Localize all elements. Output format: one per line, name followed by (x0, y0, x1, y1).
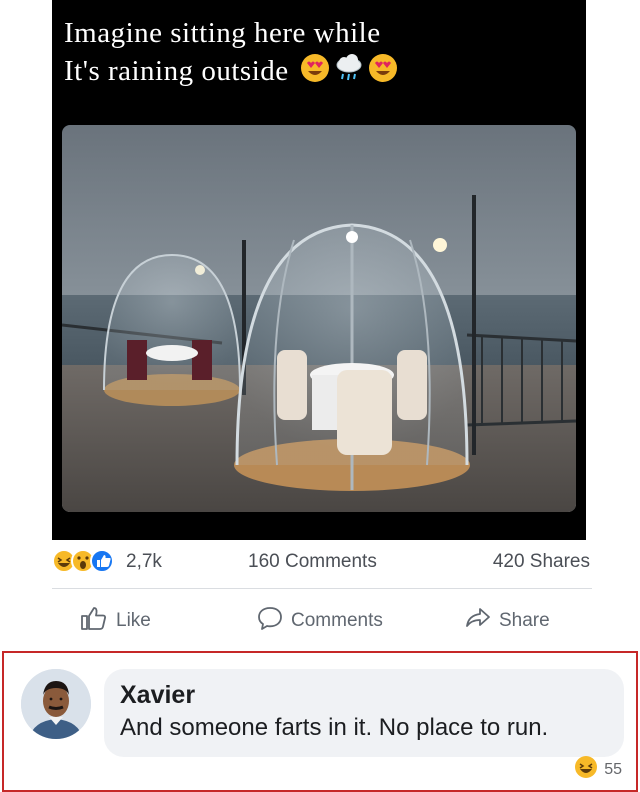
comment-author[interactable]: Xavier (120, 681, 195, 710)
share-label: Share (499, 610, 550, 631)
comments-count[interactable]: 160 Comments (248, 551, 377, 573)
reaction-summary: 2,7k 160 Comments 420 Shares (52, 544, 592, 580)
comment-reaction-count: 55 (604, 760, 622, 778)
heart-eyes-icon (368, 53, 398, 93)
rain-cloud-icon (334, 53, 364, 93)
share-arrow-icon (465, 605, 491, 637)
caption-line-2: It's raining outside (64, 55, 289, 87)
post-caption: Imagine sitting here while It's raining … (64, 14, 574, 93)
highlighted-comment: Xavier And someone farts in it. No place… (2, 651, 638, 792)
post-card: Imagine sitting here while It's raining … (52, 0, 586, 540)
caption-line-1: Imagine sitting here while (64, 17, 381, 49)
like-button[interactable]: Like (80, 605, 151, 637)
haha-icon (574, 755, 598, 784)
comment-label: Comments (291, 610, 383, 631)
avatar[interactable] (21, 669, 91, 739)
like-icon (90, 549, 114, 573)
like-label: Like (116, 610, 151, 631)
action-bar: Like Comments Share (52, 597, 592, 641)
comment-text: And someone farts in it. No place to run… (120, 714, 549, 741)
reaction-icons[interactable] (52, 549, 122, 573)
post-photo[interactable] (62, 125, 576, 512)
comment-reaction[interactable]: 55 (574, 755, 622, 784)
reaction-count[interactable]: 2,7k (126, 551, 162, 573)
comment-bubble: Xavier And someone farts in it. No place… (104, 669, 624, 757)
comment-icon (257, 605, 283, 637)
heart-eyes-icon (300, 53, 330, 93)
share-button[interactable]: Share (465, 605, 550, 637)
comment-button[interactable]: Comments (257, 605, 383, 637)
thumbs-up-icon (80, 605, 108, 637)
shares-count[interactable]: 420 Shares (493, 551, 590, 573)
divider (52, 588, 592, 589)
